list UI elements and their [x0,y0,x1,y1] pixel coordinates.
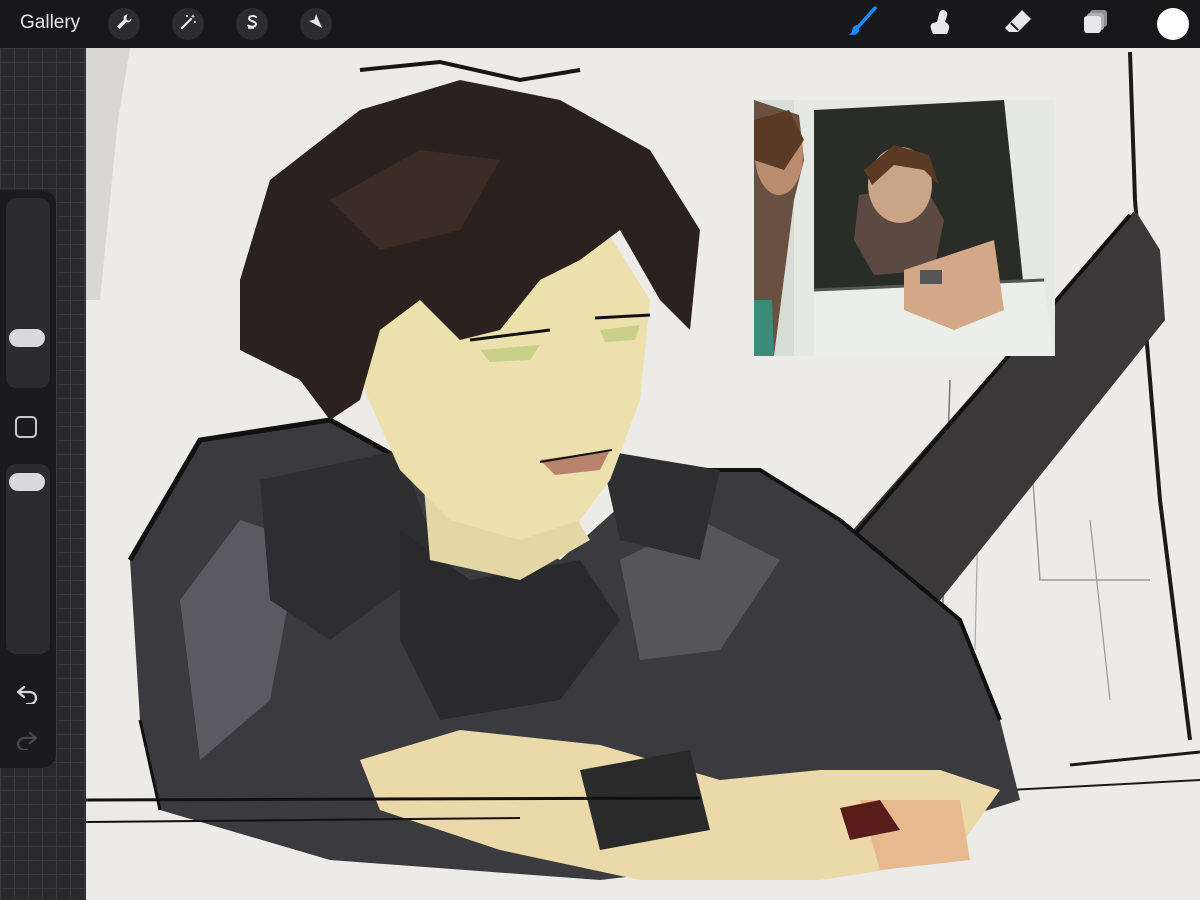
layers-icon [1081,7,1111,42]
gallery-button[interactable]: Gallery [20,12,80,34]
opacity-slider-thumb[interactable] [9,473,45,491]
adjustments-button[interactable] [172,8,204,40]
square-modify-icon[interactable] [15,416,37,438]
top-toolbar: Gallery [0,0,1200,48]
smudge-tool-button[interactable] [922,6,958,42]
brush-icon [845,5,879,44]
arrow-cursor-icon [306,12,326,37]
brush-size-slider[interactable] [6,198,50,388]
smudge-finger-icon [925,7,955,42]
transform-button[interactable] [300,8,332,40]
brush-size-slider-thumb[interactable] [9,329,45,347]
sidebar [0,190,56,768]
selection-button[interactable] [236,8,268,40]
magic-wand-icon [178,12,198,37]
eraser-icon [1002,6,1034,43]
redo-icon[interactable] [12,728,42,752]
wrench-icon [114,12,134,37]
layers-button[interactable] [1078,6,1114,42]
eraser-tool-button[interactable] [1000,6,1036,42]
undo-icon[interactable] [12,682,42,706]
opacity-slider[interactable] [6,464,50,654]
brush-tool-button[interactable] [844,5,880,44]
color-picker-button[interactable] [1157,8,1189,40]
actions-button[interactable] [108,8,140,40]
selection-s-icon [242,12,262,37]
drawing-canvas[interactable] [86,48,1200,900]
reference-photo[interactable] [754,100,1055,356]
